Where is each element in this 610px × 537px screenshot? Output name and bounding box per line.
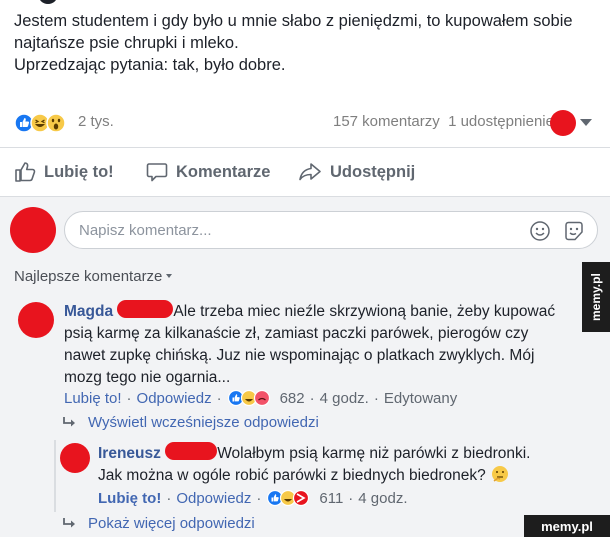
divider	[0, 196, 610, 197]
thinking-emoji-icon	[492, 466, 509, 482]
reply-like-link[interactable]: Lubię to!	[98, 490, 161, 507]
like-button[interactable]: Lubię to!	[14, 158, 114, 186]
replier-name[interactable]: Ireneusz	[98, 445, 161, 462]
replier-avatar[interactable]	[60, 443, 90, 473]
reply-body: Ireneusz Wolałbym psią karmę niż parówki…	[98, 442, 588, 487]
commenter-avatar[interactable]	[18, 302, 54, 338]
reaction-count[interactable]: 2 tys.	[78, 113, 114, 130]
comment-label: Komentarze	[176, 162, 271, 181]
comment-reaction-count[interactable]: 682	[280, 390, 305, 407]
comment-line: mozg tego nie ogarnia...	[64, 369, 231, 386]
cropped-avatar	[38, 0, 58, 4]
wow-reaction-icon	[46, 113, 66, 133]
comment-reply-link[interactable]: Odpowiedz	[137, 390, 212, 407]
commenter-name[interactable]: Magda	[64, 303, 113, 320]
comment-meta: Lubię to! · Odpowiedz · 682 · 4 godz. · …	[64, 389, 458, 407]
comment-reaction-icons[interactable]	[227, 389, 275, 407]
comment-time[interactable]: 4 godz.	[320, 390, 369, 407]
censored-avatar[interactable]	[550, 110, 576, 136]
show-more-label: Pokaż więcej odpowiedzi	[88, 515, 255, 532]
censored-surname	[117, 300, 174, 318]
share-arrow-icon	[299, 163, 321, 181]
chevron-down-icon[interactable]	[580, 119, 592, 126]
reply-reaction-count[interactable]: 611	[319, 490, 343, 507]
view-previous-label: Wyświetl wcześniejsze odpowiedzi	[88, 414, 319, 431]
divider	[0, 147, 610, 148]
comment-body: Magda Ale trzeba miec nieźle skrzywioną …	[64, 300, 594, 389]
view-previous-replies-link[interactable]: Wyświetl wcześniejsze odpowiedzi	[62, 414, 319, 431]
censored-surname	[165, 442, 218, 460]
like-label: Lubię to!	[44, 162, 114, 181]
comment-placeholder: Napisz komentarz...	[79, 222, 212, 239]
watermark-side: memy.pl	[582, 262, 610, 332]
reaction-icons[interactable]	[14, 112, 76, 134]
reply-meta: Lubię to! · Odpowiedz · 611 · 4 godz.	[98, 489, 408, 507]
post-line: Jestem studentem i gdy było u mnie słabo…	[14, 12, 573, 30]
sort-label: Najlepsze komentarze	[14, 268, 163, 285]
watermark-bottom: memy.pl	[524, 515, 610, 537]
reply-time[interactable]: 4 godz.	[358, 490, 407, 507]
comment-input[interactable]: Napisz komentarz...	[64, 211, 598, 249]
share-label: Udostępnij	[330, 162, 416, 181]
thumbs-up-icon	[15, 162, 36, 182]
comments-count[interactable]: 157 komentarzy	[333, 113, 440, 130]
comment-button[interactable]: Komentarze	[146, 158, 270, 186]
action-bar: Lubię to! Komentarze Udostępnij	[14, 158, 574, 186]
caret-down-icon	[166, 274, 173, 278]
comment-line: nawet zupkę chińską. Juz nie wspominając…	[64, 347, 535, 364]
reply-line: Wolałbym psią karmę niż parówki z biedro…	[217, 445, 531, 462]
reply-line: Jak można w ogóle robić parówki z biedny…	[98, 467, 486, 484]
show-more-replies-link[interactable]: Pokaż więcej odpowiedzi	[62, 515, 255, 532]
share-button[interactable]: Udostępnij	[298, 158, 415, 186]
emoji-icon[interactable]	[529, 220, 551, 242]
comments-shares: 157 komentarzy 1 udostępnienie	[333, 113, 554, 130]
comment-edited: Edytowany	[383, 389, 458, 407]
sticker-icon[interactable]	[563, 220, 585, 242]
post-stats: 2 tys. 157 komentarzy 1 udostępnienie	[14, 110, 594, 136]
post-line: Uprzedzając pytania: tak, było dobre.	[14, 56, 286, 74]
post-text: Jestem studentem i gdy było u mnie słabo…	[14, 10, 594, 76]
user-avatar[interactable]	[10, 207, 56, 253]
shares-count[interactable]: 1 udostępnienie	[448, 113, 554, 130]
comment-line: psią karmę za kilkanaście zł, zamiast pa…	[64, 325, 529, 342]
comment-sort-dropdown[interactable]: Najlepsze komentarze	[14, 268, 173, 285]
reply-reply-link[interactable]: Odpowiedz	[176, 490, 251, 507]
reply-arrow-icon	[63, 416, 75, 426]
post-line: najtańsze psie chrupki i mleko.	[14, 34, 239, 52]
reply-reaction-icons[interactable]	[266, 489, 314, 507]
speech-bubble-icon	[146, 163, 168, 182]
comment-line: Ale trzeba miec nieźle skrzywioną banie,…	[173, 303, 556, 320]
thread-line	[54, 440, 56, 512]
comment-like-link[interactable]: Lubię to!	[64, 390, 122, 407]
reply-arrow-icon	[63, 517, 75, 527]
